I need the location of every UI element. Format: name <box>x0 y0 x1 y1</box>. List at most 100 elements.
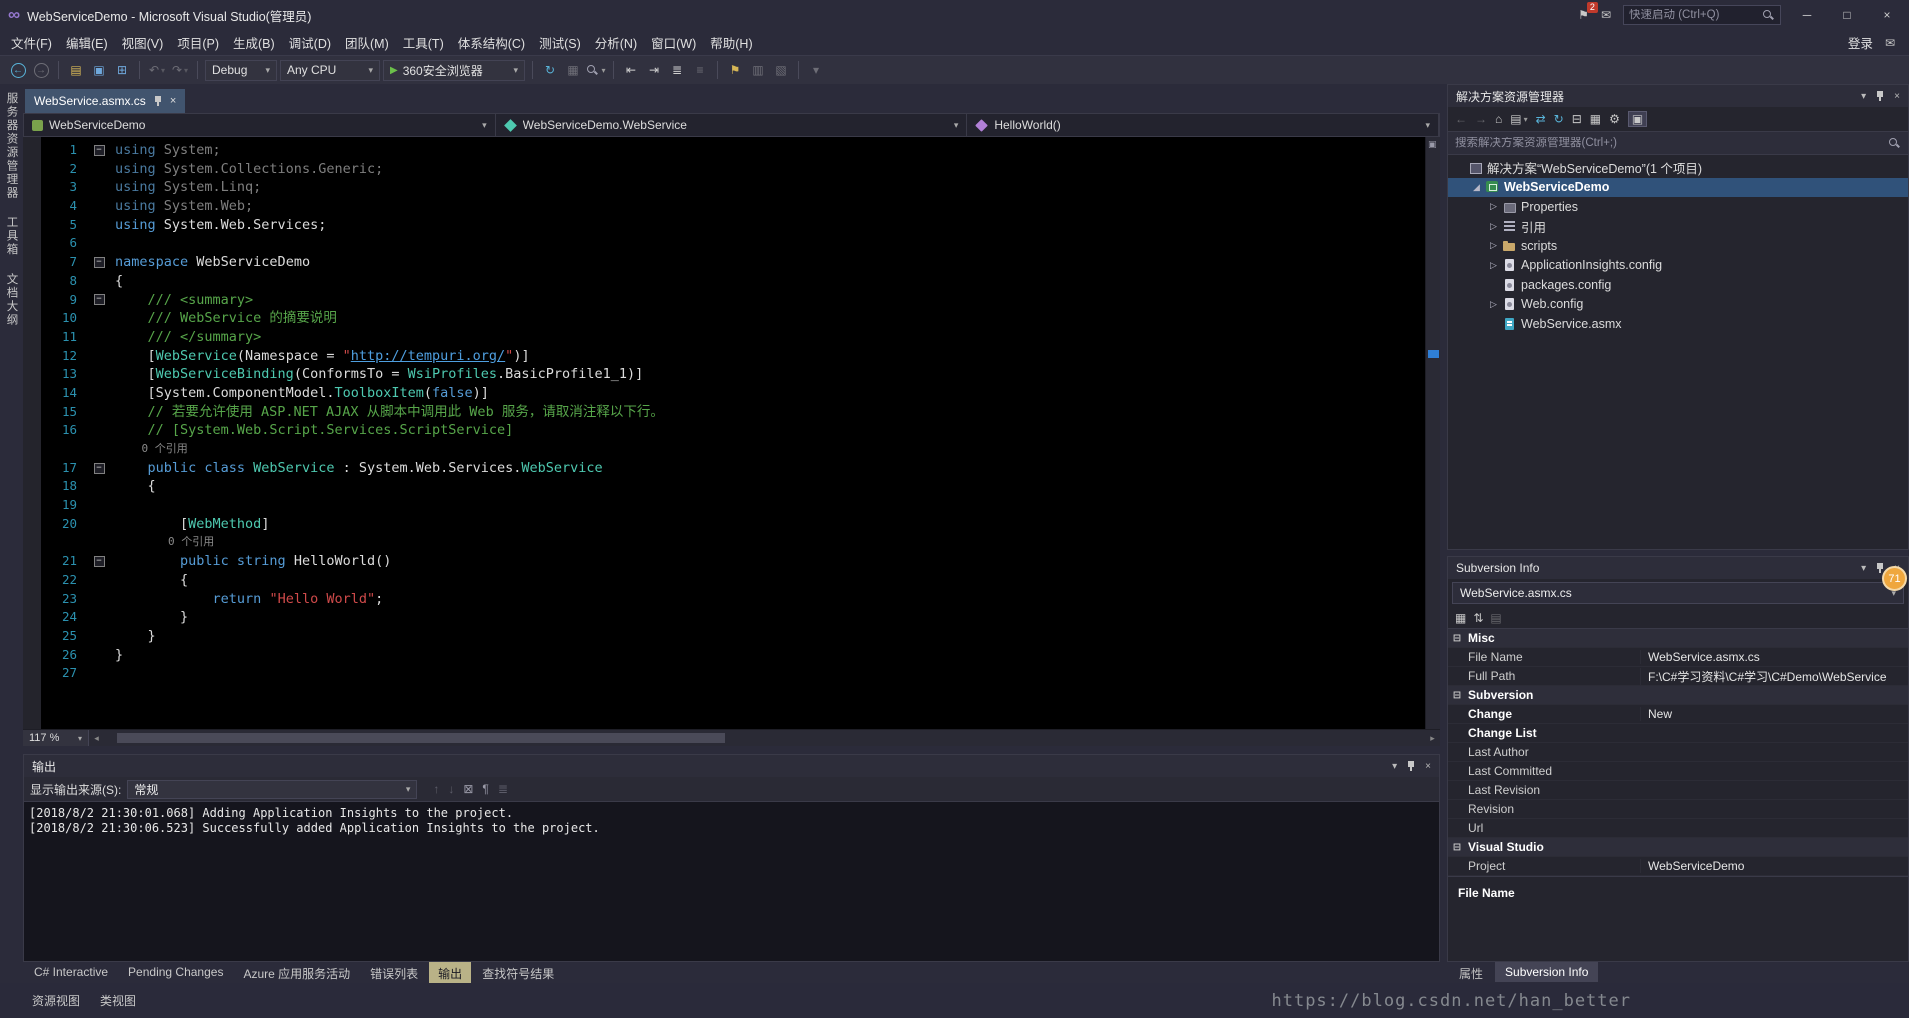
switch-views-button[interactable]: ▤ ▾ <box>1510 112 1527 126</box>
expand-icon[interactable]: ▷ <box>1486 221 1501 232</box>
editor-vertical-scrollbar[interactable]: ▣ <box>1425 137 1440 729</box>
panel-tab[interactable]: 查找符号结果 <box>473 962 563 985</box>
sign-in-button[interactable]: 登录 <box>1848 33 1873 52</box>
expand-icon[interactable]: ◢ <box>1469 182 1484 193</box>
tool-window-tab[interactable]: 工具箱 <box>4 216 20 257</box>
menu-item[interactable]: 帮助(H) <box>703 29 759 56</box>
redo-button[interactable]: ↷ ▾ <box>170 60 190 80</box>
property-group-header[interactable]: ⊟ Misc <box>1448 629 1908 648</box>
property-group-header[interactable]: ⊟ Subversion <box>1448 686 1908 705</box>
panel-tab[interactable]: Azure 应用服务活动 <box>234 962 359 985</box>
code-editor[interactable]: 1− using System; 2 using System.Collections… <box>23 137 1440 729</box>
menu-item[interactable]: 分析(N) <box>588 29 644 56</box>
svn-file-select[interactable]: WebService.asmx.cs ▾ <box>1452 582 1904 604</box>
property-row[interactable]: File Name WebService.asmx.cs <box>1448 648 1908 667</box>
collapse-icon[interactable]: − <box>93 462 105 474</box>
indent-increase-button[interactable]: ⇥ <box>644 60 664 80</box>
collapse-icon[interactable]: − <box>93 555 105 567</box>
panel-tab[interactable]: C# Interactive <box>25 962 117 982</box>
scrollbar-options-icon[interactable]: ▣ <box>1428 139 1437 150</box>
close-icon[interactable]: × <box>1425 761 1431 772</box>
previous-message-button[interactable]: ↑ <box>433 782 439 796</box>
menu-item[interactable]: 生成(B) <box>226 29 282 56</box>
output-content[interactable]: [2018/8/2 21:30:01.068] Adding Applicati… <box>24 802 1439 961</box>
close-tab-icon[interactable]: × <box>170 95 176 107</box>
view-tab[interactable]: 类视图 <box>92 990 144 1011</box>
clear-all-button[interactable]: ⊠ <box>463 782 473 796</box>
solution-search-box[interactable] <box>1448 132 1908 155</box>
send-feedback-icon[interactable]: ✉ <box>1601 8 1611 22</box>
previous-bookmark-button[interactable]: ▥ <box>748 60 768 80</box>
tree-item[interactable]: 解决方案“WebServiceDemo”(1 个项目) <box>1448 158 1908 178</box>
tree-item[interactable]: ▷ 引用 <box>1448 217 1908 237</box>
collapse-icon[interactable]: − <box>93 294 105 306</box>
collapse-icon[interactable]: ⊟ <box>1448 690 1466 701</box>
pin-icon[interactable] <box>1406 760 1416 772</box>
navigate-forward-button[interactable]: → <box>1475 112 1487 126</box>
tree-item[interactable]: ▷ scripts <box>1448 236 1908 256</box>
menu-item[interactable]: 编辑(E) <box>59 29 115 56</box>
alphabetical-button[interactable]: ⇅ <box>1473 611 1483 625</box>
indent-decrease-button[interactable]: ⇤ <box>621 60 641 80</box>
quick-launch-input[interactable] <box>1629 9 1758 21</box>
solution-configurations-select[interactable]: Debug ▾ <box>205 59 277 81</box>
messages-list-button[interactable]: ≣ <box>498 782 508 796</box>
property-row[interactable]: Revision <box>1448 800 1908 819</box>
menu-item[interactable]: 文件(F) <box>4 29 59 56</box>
property-row[interactable]: Change List <box>1448 724 1908 743</box>
menu-item[interactable]: 项目(P) <box>170 29 226 56</box>
zoom-select[interactable]: 117 % ▾ <box>23 730 89 746</box>
find-in-files-button[interactable]: ▾ <box>586 60 606 80</box>
tool-window-tab[interactable]: Subversion Info <box>1495 962 1599 982</box>
expand-icon[interactable]: ▷ <box>1486 260 1501 271</box>
collapse-icon[interactable]: − <box>93 256 105 268</box>
scrollbar-thumb[interactable] <box>117 733 725 743</box>
collapse-all-button[interactable]: ⊟ <box>1572 112 1582 126</box>
menu-item[interactable]: 体系结构(C) <box>451 29 532 56</box>
pin-icon[interactable] <box>153 95 163 107</box>
pin-icon[interactable] <box>1875 90 1885 102</box>
mail-icon[interactable]: ✉ <box>1885 36 1895 50</box>
home-button[interactable]: ⌂ <box>1495 112 1502 126</box>
collapse-icon[interactable]: ⊟ <box>1448 842 1466 853</box>
project-dropdown[interactable]: WebServiceDemo ▾ <box>24 114 496 136</box>
categorized-button[interactable]: ▦ <box>1455 611 1466 625</box>
preview-selected-items-button[interactable]: ▣ <box>1627 111 1648 127</box>
property-row[interactable]: Last Author <box>1448 743 1908 762</box>
save-button[interactable]: ▣ <box>89 60 109 80</box>
notifications-icon[interactable]: ⚑ 2 <box>1578 2 1598 22</box>
property-pages-button[interactable]: ▤ <box>1490 611 1501 625</box>
minimize-button[interactable]: ─ <box>1793 8 1821 22</box>
undo-button[interactable]: ↶ ▾ <box>147 60 167 80</box>
tree-item[interactable]: ▷ ApplicationInsights.config <box>1448 256 1908 276</box>
restart-button[interactable]: ↻ <box>540 60 560 80</box>
collapse-icon[interactable]: − <box>93 144 105 156</box>
member-dropdown[interactable]: HelloWorld() ▾ <box>967 114 1440 136</box>
build-button[interactable]: ▦ <box>563 60 583 80</box>
comment-selection-button[interactable]: ≣ <box>667 60 687 80</box>
panel-splitter[interactable] <box>23 746 1440 754</box>
solution-search-input[interactable] <box>1455 137 1884 149</box>
navigate-forward-button[interactable]: → <box>31 60 51 80</box>
properties-button[interactable]: ⚙ <box>1609 112 1620 126</box>
start-debugging-button[interactable]: ▶ 360安全浏览器 ▾ <box>383 59 525 81</box>
tool-window-tab[interactable]: 服务器资源管理器 <box>4 92 20 200</box>
toggle-word-wrap-button[interactable]: ¶ <box>482 782 488 796</box>
toggle-bookmark-button[interactable]: ⚑ <box>725 60 745 80</box>
property-row[interactable]: Url <box>1448 819 1908 838</box>
tree-item[interactable]: ▷ Web.config <box>1448 295 1908 315</box>
next-message-button[interactable]: ↓ <box>448 782 454 796</box>
panel-tab[interactable]: 错误列表 <box>361 962 427 985</box>
refresh-button[interactable]: ↻ <box>1554 112 1564 126</box>
property-row[interactable]: Project WebServiceDemo <box>1448 857 1908 876</box>
scroll-left-icon[interactable]: ◂ <box>89 730 104 746</box>
menu-item[interactable]: 视图(V) <box>115 29 171 56</box>
tool-window-tab[interactable]: 文档大纲 <box>4 273 20 327</box>
property-row[interactable]: Change New <box>1448 705 1908 724</box>
navigate-backward-button[interactable]: ← <box>8 60 28 80</box>
scroll-right-icon[interactable]: ▸ <box>1425 730 1440 746</box>
property-row[interactable]: Last Committed <box>1448 762 1908 781</box>
breakpoint-margin[interactable] <box>23 137 41 729</box>
menu-item[interactable]: 窗口(W) <box>644 29 703 56</box>
menu-item[interactable]: 调试(D) <box>282 29 338 56</box>
